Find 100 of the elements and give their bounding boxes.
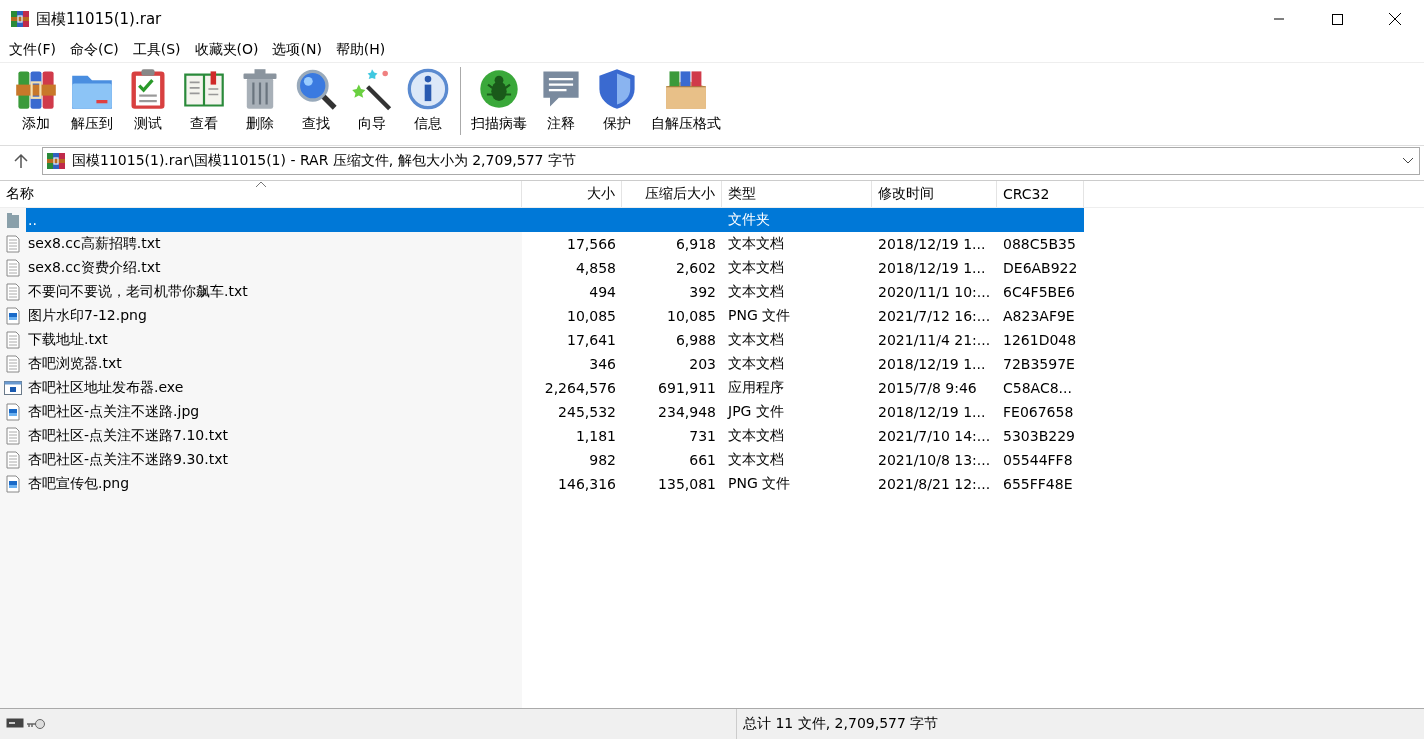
toolbar-button[interactable]: 删除 [232,67,288,133]
file-name[interactable]: sex8.cc高薪招聘.txt [28,235,161,251]
table-cell: 6,988 [675,332,716,348]
table-cell: 203 [689,356,716,372]
menu-item[interactable]: 帮助(H) [328,41,393,59]
toolbar-button[interactable]: 查找 [288,67,344,133]
table-cell: 2,264,576 [544,380,616,396]
column-header[interactable]: 大小 [522,181,622,207]
table-cell: 05544FF8 [1003,452,1073,468]
table-cell: 655FF48E [1003,476,1073,492]
menu-item[interactable]: 命令(C) [63,41,126,59]
table-cell: 1,181 [575,428,616,444]
archive-icon [10,10,30,28]
toolbar-button[interactable]: 保护 [589,67,645,133]
image-file-icon [6,403,20,421]
toolbar-button[interactable]: 添加 [8,67,64,133]
table-cell: JPG 文件 [728,403,784,419]
info-icon [406,67,450,111]
sort-caret-icon [254,181,267,188]
table-cell: 文件夹 [728,211,770,227]
table-cell: 10,085 [567,308,616,324]
file-name[interactable]: 杏吧社区地址发布器.exe [28,379,184,395]
menu-item[interactable]: 收藏夹(O) [187,41,266,59]
table-cell: 2021/7/12 16:... [878,308,991,324]
table-cell: 17,566 [567,236,616,252]
toolbar-button[interactable]: 扫描病毒 [465,67,533,133]
column-header[interactable]: 压缩后大小 [622,181,722,207]
table-cell: 17,641 [567,332,616,348]
toolbar-button[interactable]: 测试 [120,67,176,133]
table-cell: 982 [589,452,616,468]
table-cell: 文本文档 [728,331,784,347]
text-file-icon [6,427,20,445]
toolbar-button[interactable]: 注释 [533,67,589,133]
file-name[interactable]: 杏吧浏览器.txt [28,355,122,371]
image-file-icon [6,475,20,493]
table-cell: 731 [689,428,716,444]
drive-icon[interactable] [6,718,24,728]
file-name[interactable]: 杏吧社区-点关注不迷路.jpg [28,403,200,419]
table-cell: 72B3597E [1003,356,1075,372]
menu-item[interactable]: 选项(N) [265,41,329,59]
text-file-icon [6,235,20,253]
table-cell: 6C4F5BE6 [1003,284,1075,300]
table-cell: 234,948 [658,404,716,420]
key-icon[interactable] [26,718,46,730]
address-field[interactable]: 国模11015(1).rar\国模11015(1) - RAR 压缩文件, 解包大小为 2,709,577 字节 [42,147,1420,175]
file-name[interactable]: 图片水印7-12.png [28,307,147,323]
bug-icon [477,67,521,111]
column-header[interactable]: 修改时间 [872,181,997,207]
table-cell: 5303B229 [1003,428,1075,444]
table-cell: 691,911 [658,380,716,396]
table-cell: 4,858 [575,260,616,276]
menu-item[interactable]: 文件(F) [2,41,63,59]
text-file-icon [6,451,20,469]
table-cell: 494 [589,284,616,300]
toolbar-button[interactable]: 信息 [400,67,456,133]
table-cell: 146,316 [558,476,616,492]
table-cell: A823AF9E [1003,308,1075,324]
text-file-icon [6,355,20,373]
table-cell: 1261D048 [1003,332,1077,348]
column-header[interactable]: 名称 [0,181,522,207]
file-name[interactable]: 杏吧宣传包.png [28,475,130,491]
table-cell: 文本文档 [728,259,784,275]
table-cell: 2021/7/10 14:... [878,428,991,444]
table-cell: 135,081 [658,476,716,492]
table-cell: 文本文档 [728,355,784,371]
table-cell: 2015/7/8 9:46 [878,380,977,396]
column-header[interactable]: 类型 [722,181,872,207]
table-cell: 346 [589,356,616,372]
file-name[interactable]: 杏吧社区-点关注不迷路7.10.txt [28,427,228,443]
image-file-icon [6,307,20,325]
magic-wand-icon [350,67,394,111]
toolbar-button[interactable]: 向导 [344,67,400,133]
file-name[interactable]: 杏吧社区-点关注不迷路9.30.txt [28,451,228,467]
table-cell: 661 [689,452,716,468]
up-arrow-icon[interactable] [14,153,28,169]
toolbar-button[interactable]: 解压到 [64,67,120,133]
toolbar-button[interactable]: 查看 [176,67,232,133]
table-cell: 245,532 [558,404,616,420]
toolbar-button[interactable]: 自解压格式 [645,67,727,133]
table-cell: 2018/12/19 1... [878,356,986,372]
table-cell: 2018/12/19 1... [878,260,986,276]
menu-item[interactable]: 工具(S) [125,41,188,59]
table-cell: 2020/11/1 10:... [878,284,991,300]
window-title: 国模11015(1).rar [36,9,163,29]
column-header[interactable]: CRC32 [997,181,1084,207]
text-file-icon [6,331,20,349]
file-name[interactable]: .. [28,212,37,228]
file-name[interactable]: 不要问不要说，老司机带你飙车.txt [28,283,248,299]
table-cell: 6,918 [675,236,716,252]
table-cell: 2021/8/21 12:... [878,476,991,492]
table-cell: 2021/10/8 13:... [878,452,991,468]
dropdown-caret-icon[interactable] [1403,158,1413,164]
file-name[interactable]: 下载地址.txt [28,331,108,347]
archive-icon [46,152,66,170]
table-cell: 应用程序 [728,379,784,395]
table-cell: 2,602 [675,260,716,276]
status-text: 总计 11 文件, 2,709,577 字节 [743,715,939,733]
table-cell: 392 [689,284,716,300]
file-name[interactable]: sex8.cc资费介绍.txt [28,259,161,275]
table-cell: 088C5B35 [1003,236,1076,252]
